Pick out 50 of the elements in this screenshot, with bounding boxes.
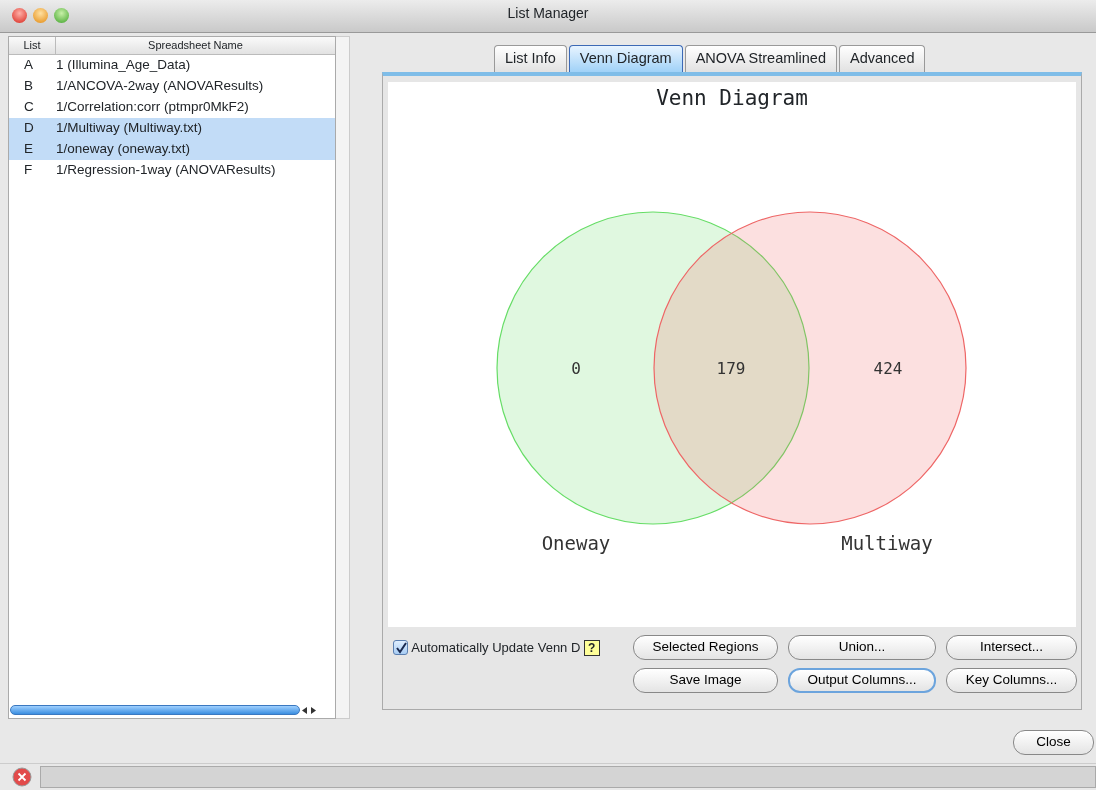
region-count: 179 [716,359,746,378]
checkbox-label: Automatically Update Venn D [411,638,581,657]
checkbox[interactable] [393,640,408,655]
action-button[interactable]: Intersect... [946,635,1077,660]
action-button[interactable]: Save Image [633,668,778,693]
list-letter: C [23,97,35,116]
window-title: List Manager [507,5,589,22]
error-icon [12,767,32,787]
action-button[interactable]: Output Columns... [788,668,936,693]
column-header[interactable]: List [9,37,56,54]
action-button[interactable]: Union... [788,635,936,660]
list-letter: A [23,55,34,74]
list-letter: B [23,76,34,95]
diagram-title: Venn Diagram [655,85,809,112]
set-label: Multiway [841,532,933,554]
close-button[interactable]: Close [1013,730,1094,755]
spreadsheet-name: 1/Regression-1way (ANOVAResults) [56,160,277,179]
spreadsheet-name: 1 (Illumina_Age_Data) [56,55,192,74]
spreadsheet-name: 1/Correlation:corr (ptmpr0MkF2) [56,97,250,116]
region-count: 424 [873,359,903,378]
set-circle[interactable] [653,211,967,525]
scroll-right-arrow[interactable] [310,706,316,714]
help-button[interactable]: ? [583,639,600,656]
close-window-button[interactable] [12,8,27,23]
spreadsheet-name: 1/Multiway (Multiway.txt) [56,118,204,137]
tab[interactable]: Venn Diagram [568,45,683,73]
list-row[interactable]: D 1/Multiway (Multiway.txt) [9,117,335,139]
list-row[interactable]: B 1/ANCOVA-2way (ANOVAResults) [9,75,335,97]
region-count: 0 [571,359,581,378]
spreadsheet-name: 1/oneway (oneway.txt) [56,139,192,158]
vertical-scrollbar[interactable] [336,36,350,719]
minimize-window-button[interactable] [33,8,48,23]
list-row[interactable]: E 1/oneway (oneway.txt) [9,138,335,160]
list-row[interactable]: F 1/Regression-1way (ANOVAResults) [9,159,335,181]
zoom-window-button[interactable] [54,8,69,23]
scroll-left-arrow[interactable] [302,706,308,714]
list-row[interactable]: A 1 (Illumina_Age_Data) [9,54,335,76]
tab[interactable]: List Info [494,45,567,73]
list-letter: D [23,118,35,137]
tab[interactable]: ANOVA Streamlined [684,45,837,73]
spreadsheet-name: 1/ANCOVA-2way (ANOVAResults) [56,76,265,95]
list-letter: E [23,139,34,158]
horizontal-scrollbar[interactable] [10,705,300,715]
column-header[interactable]: Spreadsheet Name [56,37,335,54]
list-row[interactable]: C 1/Correlation:corr (ptmpr0MkF2) [9,96,335,118]
set-label: Oneway [541,532,611,554]
action-button[interactable]: Selected Regions [633,635,778,660]
list-letter: F [23,160,34,179]
tab[interactable]: Advanced [838,45,926,73]
action-button[interactable]: Key Columns... [946,668,1077,693]
